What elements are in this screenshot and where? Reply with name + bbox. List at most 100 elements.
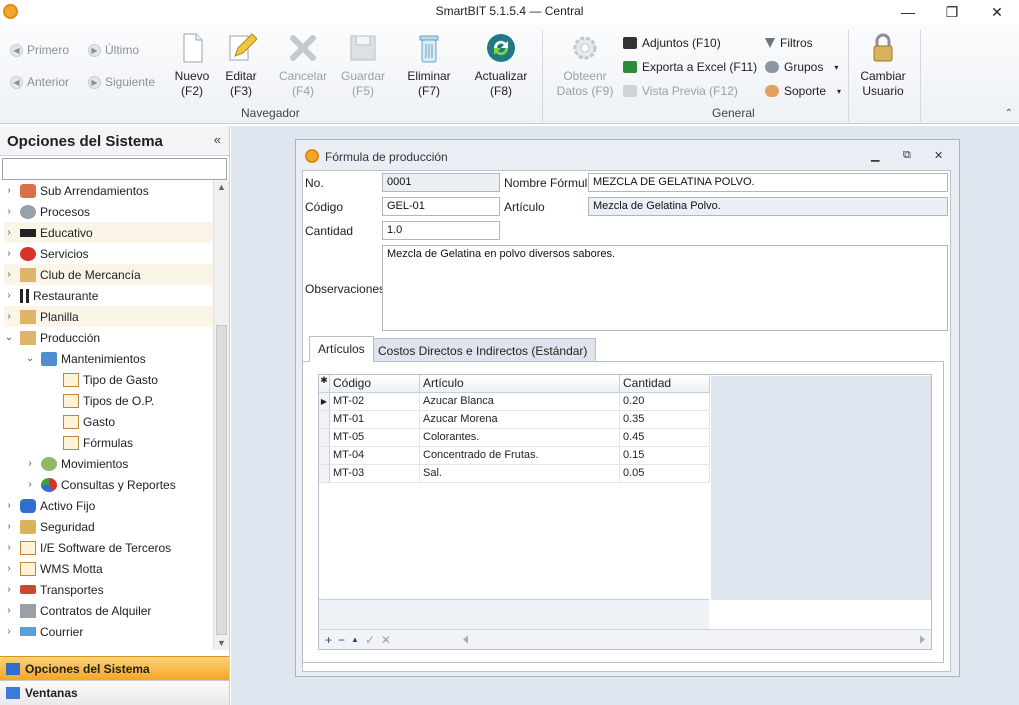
tree-item-tipo-gasto[interactable]: Tipo de Gasto <box>47 369 213 390</box>
column-header-codigo[interactable]: Código <box>330 375 420 393</box>
article-field[interactable]: Mezcla de Gelatina Polvo. <box>588 197 948 216</box>
tree-item-produccion[interactable]: ⌄ Producción <box>4 327 213 348</box>
filters-button[interactable]: Filtros <box>765 36 813 50</box>
tree-item-transportes[interactable]: › Transportes <box>4 579 213 600</box>
cell-articulo[interactable]: Azucar Blanca <box>420 393 620 411</box>
tree-item-educativo[interactable]: › Educativo <box>4 222 213 243</box>
collapse-icon[interactable]: ⌄ <box>25 353 35 364</box>
child-restore-button[interactable]: ⧉ <box>903 149 911 162</box>
expand-icon[interactable]: › <box>4 227 14 238</box>
support-dropdown[interactable]: Soporte ▾ <box>765 84 841 98</box>
cell-cantidad[interactable]: 0.35 <box>620 411 710 429</box>
scrollbar-thumb[interactable] <box>216 325 227 635</box>
edit-button[interactable]: Editar (F3) <box>212 32 270 99</box>
table-row[interactable]: MT-04 Concentrado de Frutas. 0.15 <box>319 447 710 465</box>
code-field[interactable]: GEL-01 <box>382 197 500 216</box>
formula-name-field[interactable]: MEZCLA DE GELATINA POLVO. <box>588 173 948 192</box>
cell-articulo[interactable]: Sal. <box>420 465 620 483</box>
tree-item-tipos-op[interactable]: Tipos de O.P. <box>47 390 213 411</box>
tab-costos[interactable]: Costos Directos e Indirectos (Estándar) <box>369 338 597 362</box>
expand-icon[interactable]: › <box>4 542 14 553</box>
cell-articulo[interactable]: Colorantes. <box>420 429 620 447</box>
cell-codigo[interactable]: MT-02 <box>330 393 420 411</box>
minimize-button[interactable]: — <box>885 0 931 24</box>
expand-icon[interactable]: › <box>4 248 14 259</box>
tree-item-gasto[interactable]: Gasto <box>47 411 213 432</box>
expand-icon[interactable]: › <box>4 269 14 280</box>
previous-record-button[interactable]: ◀ Anterior <box>10 75 69 89</box>
last-record-button[interactable]: ▶ Último <box>88 43 139 57</box>
collapse-icon[interactable]: ⌄ <box>4 332 14 343</box>
scroll-up-icon[interactable]: ▲ <box>217 182 226 192</box>
table-row[interactable]: MT-05 Colorantes. 0.45 <box>319 429 710 447</box>
child-close-button[interactable]: ✕ <box>934 149 943 162</box>
refresh-button[interactable]: Actualizar (F8) <box>472 32 530 99</box>
tree-item-wms-motta[interactable]: › WMS Motta <box>4 558 213 579</box>
tree-item-ie-software[interactable]: › I/E Software de Terceros <box>4 537 213 558</box>
tree-item-courrier[interactable]: › Courrier <box>4 621 213 642</box>
maximize-button[interactable]: ❐ <box>929 0 975 24</box>
cell-articulo[interactable]: Azucar Morena <box>420 411 620 429</box>
tree-item-planilla[interactable]: › Planilla <box>4 306 213 327</box>
child-minimize-button[interactable]: ▁ <box>871 149 879 162</box>
tree-item-movimientos[interactable]: › Movimientos <box>25 453 213 474</box>
nav-group-windows[interactable]: Ventanas <box>0 680 229 705</box>
save-button[interactable]: Guardar (F5) <box>334 32 392 99</box>
move-up-icon[interactable]: ▲ <box>351 635 359 644</box>
get-data-button[interactable]: Obteenr Datos (F9) <box>555 32 615 99</box>
cancel-edit-icon[interactable]: ✕ <box>381 633 391 647</box>
expand-icon[interactable]: › <box>4 500 14 511</box>
no-field[interactable]: 0001 <box>382 173 500 192</box>
change-user-button[interactable]: Cambiar Usuario <box>854 32 912 99</box>
delete-button[interactable]: Eliminar (F7) <box>400 32 458 99</box>
collapse-panel-button[interactable]: « <box>214 132 221 147</box>
tree-search-input[interactable] <box>2 158 227 180</box>
next-record-button[interactable]: ▶ Siguiente <box>88 75 155 89</box>
tree-item-servicios[interactable]: › Servicios <box>4 243 213 264</box>
cell-cantidad[interactable]: 0.20 <box>620 393 710 411</box>
observations-field[interactable]: Mezcla de Gelatina en polvo diversos sab… <box>382 245 948 331</box>
tree-item-procesos[interactable]: › Procesos <box>4 201 213 222</box>
quantity-field[interactable]: 1.0 <box>382 221 500 240</box>
expand-icon[interactable]: › <box>4 290 14 301</box>
confirm-icon[interactable]: ✓ <box>365 633 375 647</box>
expand-icon[interactable]: › <box>4 584 14 595</box>
groups-dropdown[interactable]: Grupos ▾ <box>765 60 838 74</box>
cell-cantidad[interactable]: 0.05 <box>620 465 710 483</box>
close-button[interactable]: ✕ <box>974 0 1019 24</box>
cell-articulo[interactable]: Concentrado de Frutas. <box>420 447 620 465</box>
cell-codigo[interactable]: MT-04 <box>330 447 420 465</box>
tree-item-seguridad[interactable]: › Seguridad <box>4 516 213 537</box>
expand-icon[interactable]: › <box>4 563 14 574</box>
expand-icon[interactable]: › <box>25 479 35 490</box>
table-row[interactable]: MT-03 Sal. 0.05 <box>319 465 710 483</box>
column-header-cantidad[interactable]: Cantidad <box>620 375 710 393</box>
cell-codigo[interactable]: MT-05 <box>330 429 420 447</box>
expand-icon[interactable]: › <box>4 605 14 616</box>
tree-item-restaurante[interactable]: › Restaurante <box>4 285 213 306</box>
scroll-down-icon[interactable]: ▼ <box>217 638 226 648</box>
cell-cantidad[interactable]: 0.15 <box>620 447 710 465</box>
cell-cantidad[interactable]: 0.45 <box>620 429 710 447</box>
expand-icon[interactable]: › <box>4 626 14 637</box>
tree-item-activo-fijo[interactable]: › Activo Fijo <box>4 495 213 516</box>
collapse-ribbon-icon[interactable]: ⌃ <box>1005 108 1013 119</box>
expand-icon[interactable]: › <box>4 185 14 196</box>
expand-icon[interactable]: › <box>4 521 14 532</box>
horizontal-scrollbar[interactable] <box>459 633 929 646</box>
tree-item-consultas-reportes[interactable]: › Consultas y Reportes <box>25 474 213 495</box>
first-record-button[interactable]: ◀ Primero <box>10 43 69 57</box>
remove-row-icon[interactable]: − <box>338 633 345 647</box>
tree-scrollbar[interactable]: ▲ ▼ <box>213 180 229 650</box>
print-preview-button[interactable]: Vista Previa (F12) <box>623 84 738 98</box>
tree-item-mantenimientos[interactable]: ⌄ Mantenimientos <box>25 348 213 369</box>
attachments-button[interactable]: Adjuntos (F10) <box>623 36 721 50</box>
tree-item-formulas[interactable]: Fórmulas <box>47 432 213 453</box>
expand-icon[interactable]: › <box>4 206 14 217</box>
add-row-icon[interactable]: + <box>325 633 332 647</box>
tree-item-contratos-alquiler[interactable]: › Contratos de Alquiler <box>4 600 213 621</box>
table-row[interactable]: ▶ MT-02 Azucar Blanca 0.20 <box>319 393 710 411</box>
tab-articulos[interactable]: Artículos <box>309 336 374 362</box>
expand-icon[interactable]: › <box>25 458 35 469</box>
export-excel-button[interactable]: Exporta a Excel (F11) <box>623 60 757 74</box>
